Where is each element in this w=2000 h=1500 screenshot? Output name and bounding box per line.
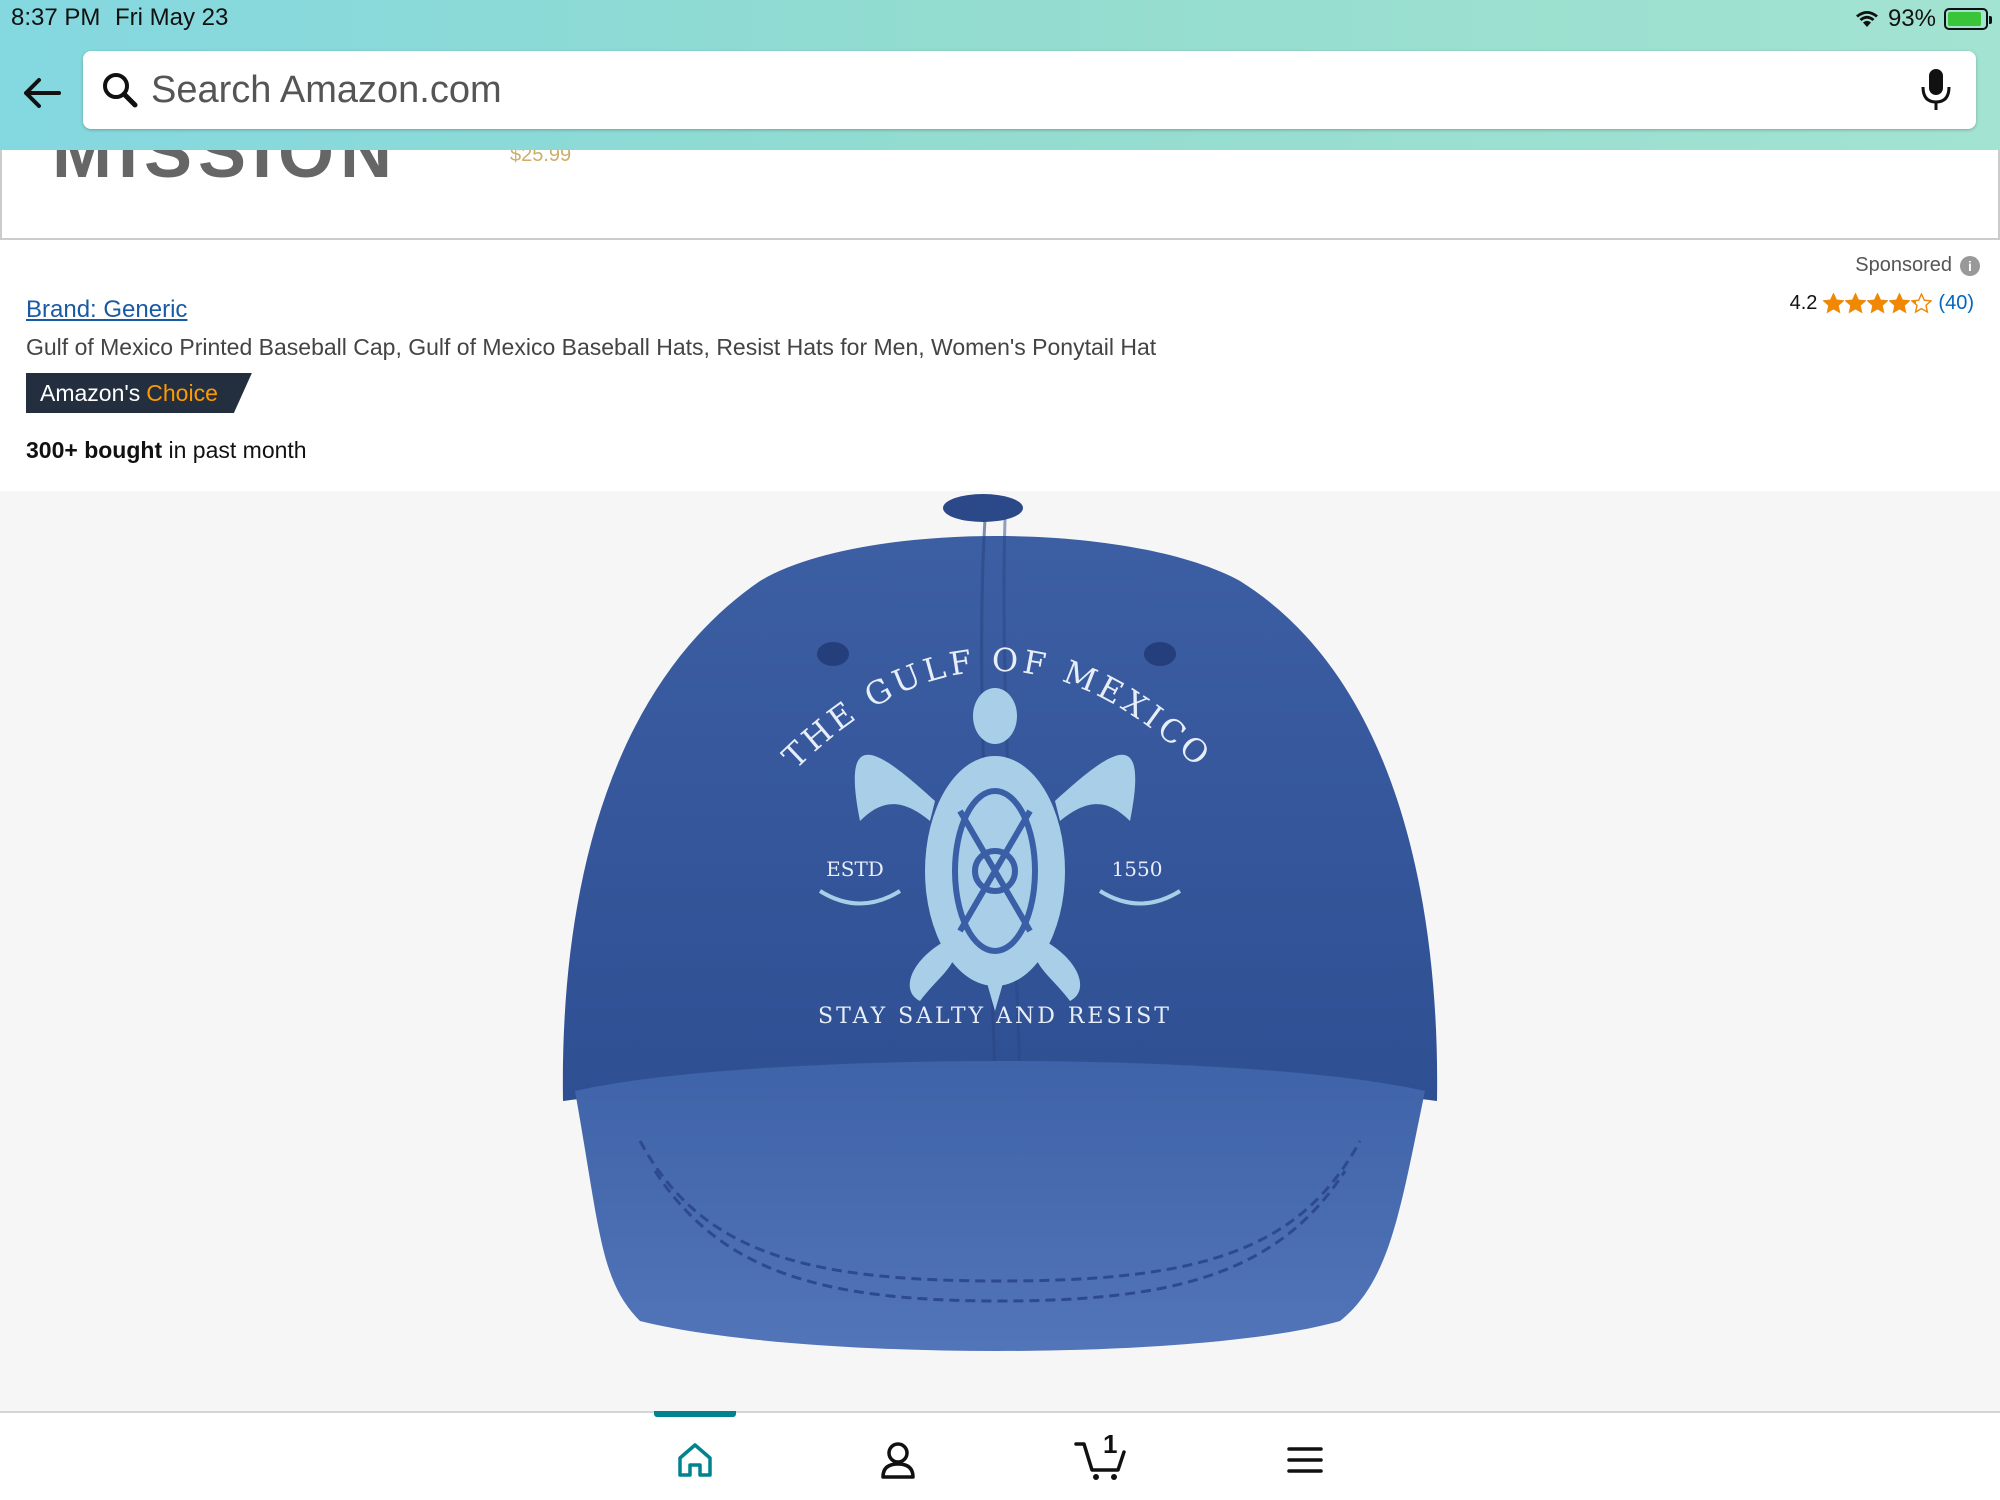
star-icon bbox=[1911, 293, 1933, 314]
nav-menu[interactable] bbox=[1275, 1435, 1335, 1485]
rating-row[interactable]: 4.2 (40) bbox=[1790, 292, 1974, 315]
bottom-navigation: 1 bbox=[0, 1411, 2000, 1500]
status-bar: 8:37 PM Fri May 23 93% bbox=[0, 0, 2000, 40]
cart-icon bbox=[1074, 1442, 1126, 1480]
status-time: 8:37 PM bbox=[11, 4, 101, 31]
hat-right-text: 1550 bbox=[1112, 857, 1163, 881]
star-rating bbox=[1823, 293, 1933, 314]
back-button[interactable] bbox=[18, 70, 64, 116]
search-input[interactable] bbox=[151, 59, 1851, 121]
search-bar[interactable] bbox=[83, 51, 1976, 129]
sponsored-label[interactable]: Sponsored i bbox=[1855, 254, 1980, 277]
app-header: 8:37 PM Fri May 23 93% bbox=[0, 0, 2000, 150]
bought-count-rest: in past month bbox=[162, 437, 307, 463]
battery-fill bbox=[1948, 12, 1982, 26]
hat-bottom-text: STAY SALTY AND RESIST bbox=[818, 1004, 1172, 1029]
badge-prefix: Amazon's bbox=[40, 379, 141, 406]
badge-highlight: Choice bbox=[146, 379, 218, 406]
star-icon bbox=[1889, 293, 1911, 314]
previous-result-price: $25.99 bbox=[510, 150, 572, 166]
star-icon bbox=[1823, 293, 1845, 314]
nav-account[interactable] bbox=[868, 1435, 928, 1485]
cap-button bbox=[943, 494, 1023, 522]
status-date: Fri May 23 bbox=[115, 4, 229, 31]
bought-count: 300+ bought in past month bbox=[26, 437, 307, 464]
previous-result-card[interactable]: MISSION $25.99 bbox=[0, 150, 2000, 240]
rating-count-link[interactable]: (40) bbox=[1938, 292, 1974, 315]
brand-link[interactable]: Brand: Generic bbox=[26, 296, 187, 324]
microphone-icon[interactable] bbox=[1918, 67, 1954, 113]
active-tab-indicator bbox=[654, 1411, 736, 1417]
baseball-cap-image: THE GULF OF MEXICO ESTD 1550 STAY SALTY … bbox=[562, 494, 1438, 1351]
previous-result-logo: MISSION bbox=[52, 150, 399, 193]
back-arrow-icon bbox=[24, 78, 61, 108]
product-title[interactable]: Gulf of Mexico Printed Baseball Cap, Gul… bbox=[26, 334, 1156, 361]
menu-icon bbox=[1287, 1447, 1323, 1473]
product-image[interactable]: THE GULF OF MEXICO ESTD 1550 STAY SALTY … bbox=[0, 491, 2000, 1411]
bought-count-strong: 300+ bought bbox=[26, 437, 163, 463]
rating-value: 4.2 bbox=[1789, 292, 1818, 314]
star-icon bbox=[1867, 293, 1889, 314]
cart-count: 1 bbox=[1103, 1429, 1118, 1459]
status-indicators: 93% bbox=[1854, 4, 1992, 34]
home-icon bbox=[678, 1443, 712, 1477]
search-icon bbox=[103, 73, 138, 108]
amazons-choice-badge: Amazon's Choice bbox=[26, 373, 252, 413]
nav-cart[interactable]: 1 bbox=[1071, 1429, 1131, 1485]
battery-percent: 93% bbox=[1887, 5, 1936, 32]
sponsored-text: Sponsored bbox=[1855, 254, 1952, 276]
nav-home[interactable] bbox=[665, 1435, 725, 1485]
account-icon bbox=[881, 1442, 915, 1479]
star-icon bbox=[1845, 293, 1867, 314]
wifi-icon bbox=[1855, 11, 1878, 27]
cap-brim bbox=[575, 1061, 1425, 1351]
hat-left-text: ESTD bbox=[826, 857, 884, 881]
info-icon[interactable]: i bbox=[1960, 255, 1980, 276]
battery-icon bbox=[1944, 8, 1992, 30]
